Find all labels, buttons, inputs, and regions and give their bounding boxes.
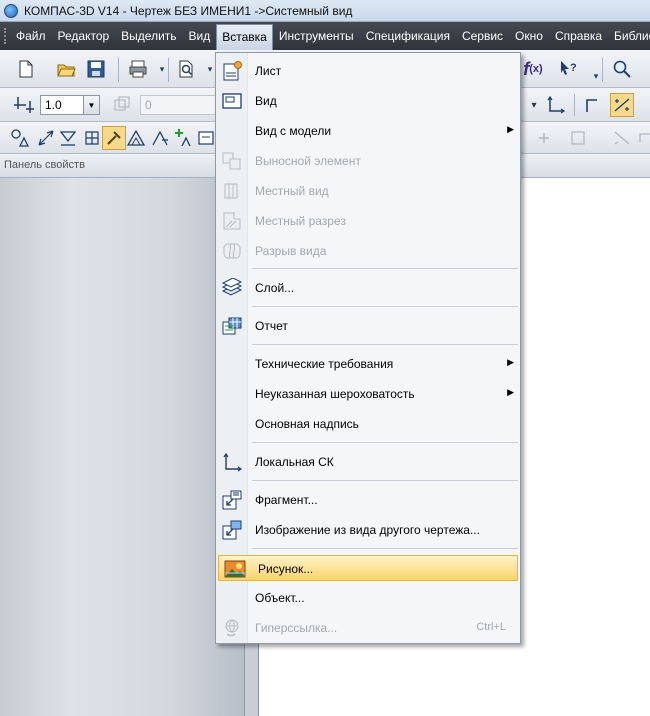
menu-item-unspecified-roughness[interactable]: Неуказанная шероховатость ▶ xyxy=(216,381,520,407)
edit-icon[interactable] xyxy=(80,126,104,150)
measure-icon[interactable] xyxy=(124,126,148,150)
submenu-arrow-icon: ▶ xyxy=(507,357,514,367)
detail-element-icon xyxy=(220,151,244,171)
properties-panel-title: Панель свойств xyxy=(4,159,85,171)
toolbar-separator xyxy=(168,58,169,82)
report-icon xyxy=(220,316,244,336)
menu-specification[interactable]: Спецификация xyxy=(360,24,456,48)
scale-combo[interactable]: 1.0 ▼ xyxy=(40,95,100,115)
properties-panel xyxy=(0,178,245,716)
add-disabled-icon[interactable] xyxy=(532,126,556,150)
toolbar-separator xyxy=(118,58,119,82)
picture-icon xyxy=(223,559,247,579)
kompas-app-icon xyxy=(4,3,18,18)
menu-separator xyxy=(252,268,518,269)
window-title: КОМПАС-3D V14 - Чертеж БЕЗ ИМЕНИ1 ->Сист… xyxy=(24,3,353,18)
menu-view[interactable]: Вид xyxy=(183,24,217,48)
menu-insert[interactable]: Вставка xyxy=(216,23,273,51)
toolbar-separator xyxy=(602,58,603,82)
menu-item-view-break[interactable]: Разрыв вида xyxy=(216,238,520,264)
angle-field[interactable]: 0 xyxy=(140,95,216,115)
menu-service[interactable]: Сервис xyxy=(456,24,509,48)
menu-bar: Файл Редактор Выделить Вид Вставка Инстр… xyxy=(0,22,650,51)
svg-text:?: ? xyxy=(570,62,577,74)
fragment-icon xyxy=(220,490,244,510)
layer-state-icon[interactable] xyxy=(110,93,134,117)
menu-separator xyxy=(252,480,518,481)
open-folder-icon[interactable] xyxy=(54,57,78,81)
menu-help[interactable]: Справка xyxy=(549,24,608,48)
ortho-mode-icon[interactable] xyxy=(580,93,604,117)
print-dropdown-icon[interactable]: ▾ xyxy=(150,57,174,81)
menu-item-local-view[interactable]: Местный вид xyxy=(216,178,520,204)
menu-separator xyxy=(252,548,518,549)
selection-icon[interactable] xyxy=(148,126,172,150)
angle-value: 0 xyxy=(145,98,152,112)
submenu-arrow-icon: ▶ xyxy=(507,387,514,397)
menu-libraries[interactable]: Библиотек xyxy=(608,24,650,48)
rotate-disabled-icon[interactable] xyxy=(634,126,650,150)
print-icon[interactable] xyxy=(126,57,150,81)
menu-item-local-section[interactable]: Местный разрез xyxy=(216,208,520,234)
new-document-icon[interactable] xyxy=(14,57,38,81)
step-arrow-icon[interactable]: ▾ xyxy=(522,93,546,117)
menu-item-fragment[interactable]: Фрагмент... xyxy=(216,487,520,513)
menu-tools[interactable]: Инструменты xyxy=(273,24,360,48)
hyperlink-icon xyxy=(220,618,244,638)
menu-select[interactable]: Выделить xyxy=(115,24,182,48)
local-cs-icon xyxy=(220,452,244,472)
menu-item-sheet[interactable]: Лист xyxy=(216,58,520,84)
specification-add-icon[interactable] xyxy=(172,126,196,150)
menu-window[interactable]: Окно xyxy=(509,24,549,48)
toolbar-separator xyxy=(574,94,575,116)
collection-disabled-icon[interactable] xyxy=(566,126,590,150)
menu-item-object[interactable]: Объект... xyxy=(216,585,520,611)
coordinate-axes-icon[interactable] xyxy=(544,93,568,117)
menu-item-view-from-model[interactable]: Вид с модели ▶ xyxy=(216,118,520,144)
scale-value: 1.0 xyxy=(45,98,62,112)
sheet-icon xyxy=(220,61,244,81)
view-icon xyxy=(220,91,244,111)
hyperlink-shortcut: Ctrl+L xyxy=(476,621,506,633)
menu-item-picture[interactable]: Рисунок... xyxy=(218,555,518,581)
mirror-disabled-icon[interactable] xyxy=(610,126,634,150)
image-from-view-icon xyxy=(220,520,244,540)
help-dropdown-icon[interactable]: ▾ xyxy=(584,64,608,88)
local-section-icon xyxy=(220,211,244,231)
menu-item-view[interactable]: Вид xyxy=(216,88,520,114)
menu-item-local-cs[interactable]: Локальная СК xyxy=(216,449,520,475)
menu-separator xyxy=(252,306,518,307)
menu-separator xyxy=(252,344,518,345)
geometry-icon[interactable] xyxy=(8,126,32,150)
menu-item-image-from-view[interactable]: Изображение из вида другого чертежа... xyxy=(216,517,520,543)
layer-icon xyxy=(220,278,244,298)
menubar-grip[interactable] xyxy=(4,28,6,44)
view-break-icon xyxy=(220,241,244,261)
title-bar: КОМПАС-3D V14 - Чертеж БЕЗ ИМЕНИ1 ->Сист… xyxy=(0,0,650,22)
menu-editor[interactable]: Редактор xyxy=(52,24,116,48)
save-icon[interactable] xyxy=(84,57,108,81)
local-view-icon xyxy=(220,181,244,201)
menu-separator xyxy=(252,442,518,443)
menu-item-report[interactable]: Отчет xyxy=(216,313,520,339)
help-pointer-icon[interactable]: ? xyxy=(556,57,580,81)
function-fx-icon[interactable]: f (x) xyxy=(521,57,545,81)
preview-icon[interactable] xyxy=(174,57,198,81)
zoom-icon[interactable] xyxy=(610,57,634,81)
menu-item-layer[interactable]: Слой... xyxy=(216,275,520,301)
menu-item-title-block[interactable]: Основная надпись xyxy=(216,411,520,437)
point-crosshair-icon[interactable] xyxy=(12,93,36,117)
submenu-arrow-icon: ▶ xyxy=(507,124,514,134)
dimensions-icon[interactable] xyxy=(34,126,58,150)
chevron-down-icon[interactable]: ▼ xyxy=(83,96,99,114)
insert-menu: Лист Вид Вид с модели ▶ Выносной элемент… xyxy=(215,52,521,644)
menu-item-technical-requirements[interactable]: Технические требования ▶ xyxy=(216,351,520,377)
designations-icon[interactable] xyxy=(56,126,80,150)
menu-item-detail-element[interactable]: Выносной элемент xyxy=(216,148,520,174)
menu-item-hyperlink[interactable]: Гиперссылка... Ctrl+L xyxy=(216,615,520,641)
snap-mode-icon[interactable] xyxy=(610,93,634,117)
parametrization-icon[interactable] xyxy=(102,126,126,150)
menu-file[interactable]: Файл xyxy=(10,24,52,48)
